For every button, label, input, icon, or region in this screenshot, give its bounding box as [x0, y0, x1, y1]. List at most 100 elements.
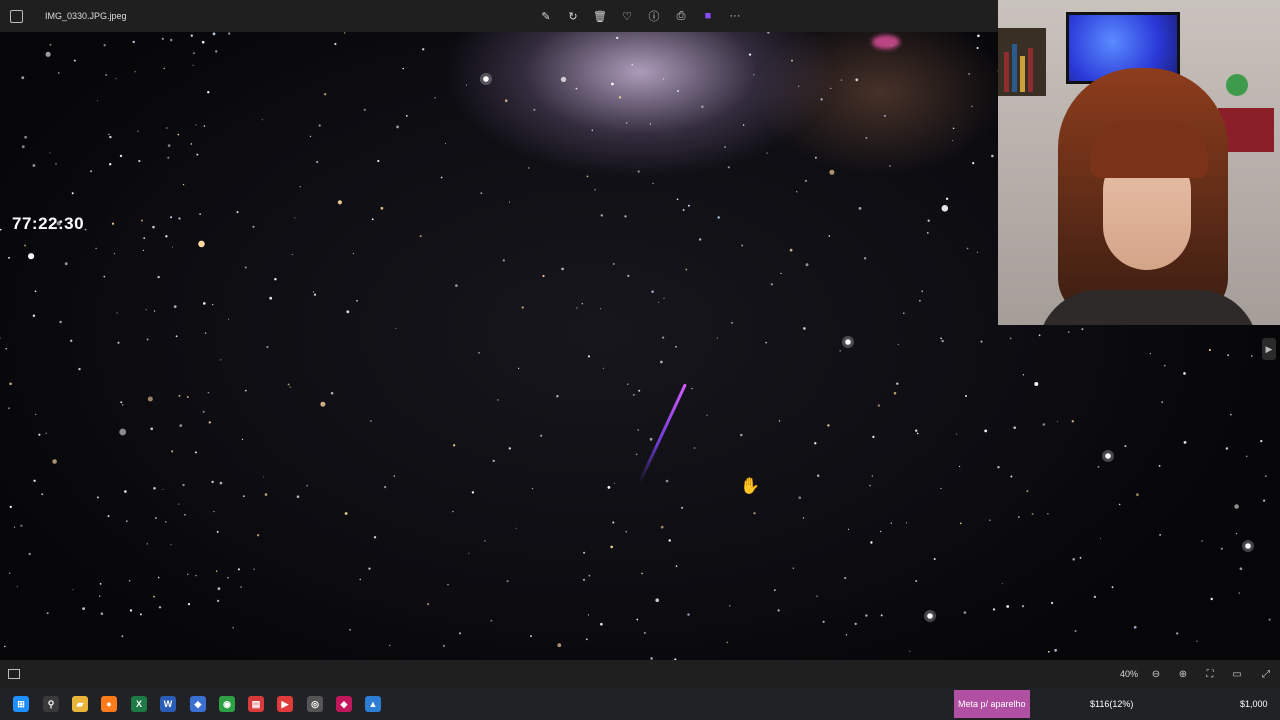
star: [306, 484, 309, 487]
star: [153, 310, 156, 312]
star: [440, 176, 443, 179]
fullscreen-icon[interactable]: ⤢: [1258, 666, 1274, 682]
excel-icon[interactable]: X: [131, 696, 147, 712]
star: [173, 305, 177, 308]
start-icon[interactable]: ⊞: [13, 696, 29, 712]
star: [730, 321, 733, 324]
star: [1026, 490, 1029, 493]
star: [872, 435, 875, 438]
zoom-in-icon[interactable]: ⊕: [1175, 666, 1191, 682]
info-icon[interactable]: ⓘ: [644, 6, 664, 26]
star: [880, 614, 883, 617]
chrome-icon[interactable]: ◉: [219, 696, 235, 712]
zoom-out-icon[interactable]: ⊖: [1148, 666, 1164, 682]
photos-icon[interactable]: ▲: [365, 696, 381, 712]
star: [632, 393, 635, 396]
star: [8, 407, 10, 409]
star: [1021, 605, 1025, 608]
star: [82, 607, 85, 610]
star: [105, 74, 107, 76]
favorite-icon[interactable]: ♡: [617, 6, 637, 26]
star: [208, 421, 211, 424]
star: [1183, 372, 1186, 375]
star: [883, 114, 886, 117]
app-icon[interactable]: ◎: [307, 696, 323, 712]
star: [1263, 499, 1266, 502]
bright-star: [483, 76, 489, 82]
star: [959, 522, 962, 525]
star: [0, 228, 2, 231]
stack-icon[interactable]: ◆: [190, 696, 206, 712]
star: [676, 89, 680, 93]
star: [820, 98, 823, 101]
bright-star: [1105, 453, 1111, 459]
app2-icon[interactable]: ◈: [336, 696, 352, 712]
star: [113, 252, 115, 255]
player-icon[interactable]: ▶: [277, 696, 293, 712]
star: [600, 308, 602, 310]
star: [141, 219, 143, 222]
star: [675, 565, 678, 567]
star: [266, 345, 269, 349]
word-icon[interactable]: W: [160, 696, 176, 712]
star: [966, 247, 969, 250]
star: [583, 551, 586, 554]
star: [638, 389, 641, 392]
star: [95, 247, 97, 250]
star: [796, 191, 798, 193]
star: [78, 367, 81, 371]
star: [560, 76, 567, 83]
delete-icon[interactable]: 🗑: [590, 6, 610, 26]
star: [157, 576, 160, 579]
star: [194, 451, 197, 454]
media-icon[interactable]: ▤: [248, 696, 264, 712]
star: [1047, 513, 1049, 515]
zoom-level[interactable]: 40%: [1120, 669, 1138, 679]
print-icon[interactable]: ⎙: [671, 6, 691, 26]
star: [120, 401, 123, 404]
star: [591, 129, 594, 132]
fit-icon[interactable]: ⛶: [1202, 666, 1218, 682]
viewer-status-bar: 40% ⊖ ⊕ ⛶ ▭ ⤢: [0, 660, 1280, 688]
next-image-button[interactable]: ▶: [1262, 338, 1276, 360]
star: [627, 383, 629, 385]
star: [968, 73, 970, 75]
star: [952, 127, 955, 130]
star: [34, 290, 37, 293]
star: [829, 169, 835, 175]
bright-star: [1245, 543, 1251, 549]
rotate-icon[interactable]: ↻: [563, 6, 583, 26]
star: [607, 486, 611, 489]
star: [611, 82, 614, 86]
filmstrip-icon[interactable]: [8, 669, 20, 679]
star: [9, 572, 11, 574]
star: [865, 614, 868, 617]
star: [207, 91, 210, 94]
actual-size-icon[interactable]: ▭: [1229, 666, 1245, 682]
star: [264, 493, 268, 496]
file-explorer-icon[interactable]: ▰: [72, 696, 88, 712]
star: [363, 108, 366, 111]
more-icon[interactable]: ···: [725, 6, 745, 26]
star: [207, 391, 210, 394]
search-icon[interactable]: ⚲: [43, 696, 59, 712]
clipchamp-icon[interactable]: ■: [698, 6, 718, 26]
star: [143, 237, 146, 240]
star: [171, 450, 174, 453]
edit-icon[interactable]: ✎: [536, 6, 556, 26]
star: [33, 479, 36, 482]
star: [377, 159, 380, 163]
star: [774, 589, 776, 591]
star: [540, 434, 543, 437]
star: [504, 99, 508, 102]
star: [349, 629, 351, 631]
webcam-overlay: [998, 0, 1280, 325]
star: [706, 414, 708, 416]
star: [675, 345, 677, 348]
star: [741, 244, 744, 247]
star: [103, 44, 106, 47]
star: [616, 36, 619, 40]
star: [49, 43, 52, 46]
taskbar: ⊞ ⚲ ▰ ● X W ◆ ◉ ▤ ▶ ◎ ◈ ▲ Meta p/ aparelho $116(12%)…: [0, 688, 1280, 720]
firefox-icon[interactable]: ●: [101, 696, 117, 712]
